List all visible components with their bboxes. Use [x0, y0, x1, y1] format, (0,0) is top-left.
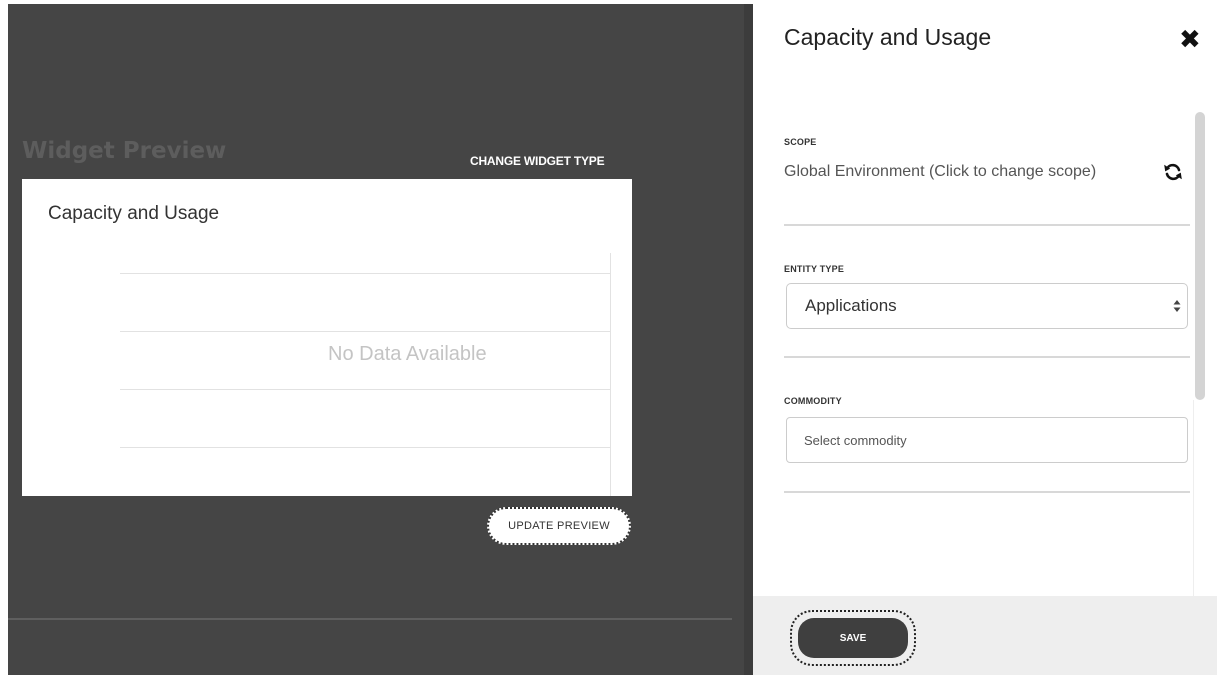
chart-gridline — [120, 331, 610, 332]
scope-label: SCOPE — [784, 137, 817, 147]
chart-gridline — [120, 273, 610, 274]
preview-edge — [744, 4, 753, 675]
section-divider — [784, 491, 1190, 493]
commodity-label: COMMODITY — [784, 396, 842, 406]
entity-type-value: Applications — [805, 296, 897, 315]
entity-type-select[interactable]: Applications — [786, 283, 1188, 329]
entity-type-label: ENTITY TYPE — [784, 264, 845, 274]
chart-grid-border — [610, 253, 611, 496]
section-divider — [784, 224, 1190, 226]
scrollbar-thumb[interactable] — [1195, 112, 1205, 400]
refresh-icon[interactable] — [1163, 162, 1183, 182]
scope-selector[interactable]: Global Environment (Click to change scop… — [784, 163, 1096, 181]
section-divider — [784, 356, 1190, 358]
panel-title: Capacity and Usage — [784, 24, 992, 50]
chart-gridline — [120, 447, 610, 448]
panel-footer: SAVE — [753, 596, 1217, 675]
widget-preview-card: Capacity and Usage No Data Available — [22, 179, 632, 496]
preview-title: Widget Preview — [22, 138, 227, 164]
update-preview-button[interactable]: UPDATE PREVIEW — [487, 507, 631, 545]
change-widget-type-link[interactable]: CHANGE WIDGET TYPE — [470, 154, 605, 168]
scrollbar-line — [1193, 400, 1194, 596]
save-button-label: SAVE — [798, 618, 908, 658]
chart-gridline — [120, 389, 610, 390]
widget-preview-pane: Widget Preview CHANGE WIDGET TYPE Capaci… — [8, 4, 753, 675]
save-button[interactable]: SAVE — [790, 610, 916, 666]
widget-config-panel: Capacity and Usage ✖ SCOPE Global Enviro… — [753, 0, 1217, 675]
select-arrows-icon — [1173, 300, 1181, 312]
preview-divider — [8, 618, 732, 620]
no-data-message: No Data Available — [328, 343, 487, 365]
widget-card-title: Capacity and Usage — [48, 203, 220, 224]
close-icon[interactable]: ✖ — [1179, 26, 1203, 52]
commodity-input[interactable]: Select commodity — [786, 417, 1188, 463]
